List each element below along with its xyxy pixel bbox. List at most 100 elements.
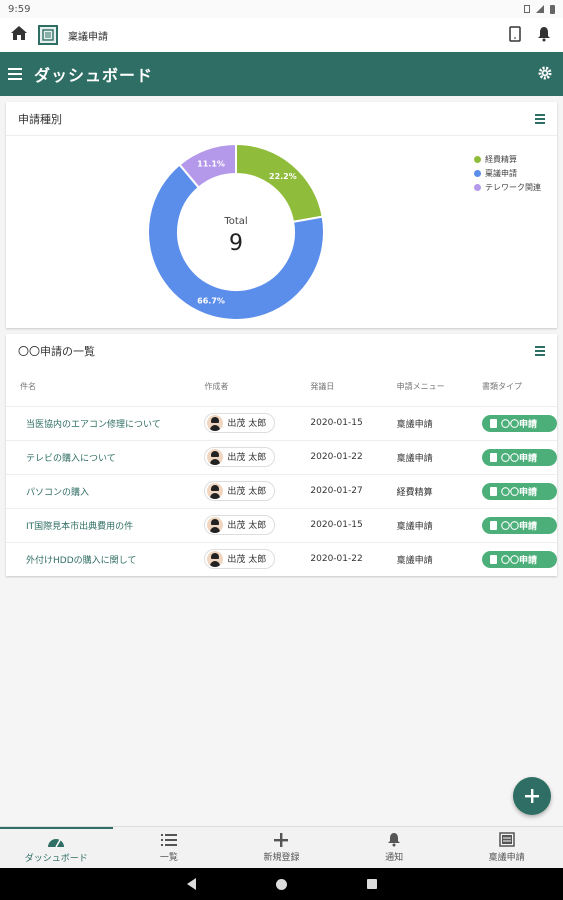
hamburger-menu-icon[interactable]	[8, 65, 22, 84]
bell-icon	[388, 833, 401, 847]
gear-icon[interactable]	[537, 65, 553, 85]
home-button-icon[interactable]	[275, 878, 287, 890]
status-time: 9:59	[8, 3, 31, 15]
tablet-icon[interactable]	[509, 26, 521, 46]
nav-item-list[interactable]: 一覧	[113, 827, 226, 868]
row-type: 〇〇申請	[467, 439, 557, 474]
row-subject[interactable]: 当医協内のエアコン修理について	[6, 405, 191, 440]
plus-icon	[525, 789, 539, 803]
legend-label: テレワーク関連	[485, 183, 541, 192]
document-type-label: 〇〇申請	[500, 487, 537, 498]
recent-apps-icon[interactable]	[366, 879, 377, 889]
nav-item-ringi[interactable]: 稟議申請	[450, 827, 563, 868]
donut-center-value: 9	[229, 231, 243, 256]
table-menu-icon[interactable]	[535, 346, 545, 356]
row-subject[interactable]: パソコンの購入	[6, 473, 191, 508]
legend-item[interactable]: 稟議申請	[474, 168, 541, 179]
avatar	[207, 516, 224, 533]
dashboard-icon	[48, 838, 65, 847]
list-icon	[160, 833, 177, 846]
author-name: 出茂 太郎	[227, 555, 267, 566]
nav-label-dashboard: ダッシュボード	[24, 853, 88, 864]
nav-item-dashboard[interactable]: ダッシュボード	[0, 827, 113, 868]
row-type: 〇〇申請	[467, 473, 557, 508]
author-chip[interactable]: 出茂 太郎	[204, 480, 276, 501]
row-date: 2020-01-22	[296, 541, 383, 576]
legend-swatch	[474, 184, 481, 191]
nav-label-list: 一覧	[159, 852, 178, 863]
document-type-label: 〇〇申請	[500, 419, 537, 430]
app-title: 稟議申請	[68, 31, 108, 43]
row-menu: 稟議申請	[382, 507, 468, 542]
app-document-icon[interactable]	[38, 25, 58, 45]
avatar	[207, 414, 224, 431]
legend-item[interactable]: 経費精算	[474, 154, 541, 165]
back-icon[interactable]	[186, 878, 196, 890]
document-icon	[489, 418, 497, 428]
row-author: 出茂 太郎	[190, 405, 297, 440]
home-icon[interactable]	[10, 25, 28, 45]
author-chip[interactable]: 出茂 太郎	[204, 412, 276, 433]
nav-label-notifications: 通知	[385, 853, 404, 863]
donut-svg: 22.2% 66.7% 11.1% Total 9	[147, 142, 325, 321]
add-fab-button[interactable]	[513, 777, 551, 815]
document-icon	[498, 832, 515, 847]
legend-label: 稟議申請	[485, 169, 517, 178]
donut-slice[interactable]	[235, 142, 324, 224]
row-author: 出茂 太郎	[190, 473, 297, 508]
system-navigation-bar	[0, 868, 563, 900]
bottom-navigation: ダッシュボード 一覧 新規登録 通知 稟議申請	[0, 826, 563, 868]
author-name: 出茂 太郎	[227, 487, 267, 497]
slice-data-label: 11.1%	[197, 159, 225, 168]
slice-data-label: 22.2%	[269, 172, 297, 181]
bell-icon[interactable]	[537, 26, 551, 46]
slice-data-label: 66.7%	[197, 297, 225, 306]
column-header-author[interactable]: 作成者	[190, 368, 296, 406]
row-type: 〇〇申請	[467, 405, 557, 440]
chart-menu-icon[interactable]	[535, 113, 545, 124]
legend-swatch	[474, 170, 481, 177]
column-header-menu[interactable]: 申請メニュー	[383, 368, 468, 406]
row-subject[interactable]: 外付けHDDの購入に関して	[6, 541, 191, 576]
author-name: 出茂 太郎	[227, 453, 267, 463]
row-subject[interactable]: IT国際見本市出典費用の件	[6, 507, 191, 542]
author-chip[interactable]: 出茂 太郎	[204, 446, 276, 467]
document-type-label: 〇〇申請	[500, 453, 537, 464]
nav-item-new[interactable]: 新規登録	[225, 827, 338, 868]
document-type-badge: 〇〇申請	[481, 550, 557, 568]
row-date: 2020-01-27	[296, 473, 383, 508]
column-header-date[interactable]: 発議日	[296, 368, 382, 406]
table-row[interactable]: テレビの購入について 出茂 太郎 2020-01-22 稟議申請 〇〇申請	[6, 439, 557, 474]
legend-item[interactable]: テレワーク関連	[474, 182, 541, 193]
row-type: 〇〇申請	[467, 507, 557, 542]
avatar	[207, 482, 224, 499]
row-menu: 稟議申請	[382, 405, 468, 440]
row-subject[interactable]: テレビの購入について	[6, 439, 191, 474]
donut-chart: 22.2% 66.7% 11.1% Total 9	[146, 142, 326, 322]
table-row[interactable]: パソコンの購入 出茂 太郎 2020-01-27 経費精算 〇〇申請	[6, 473, 557, 508]
author-name: 出茂 太郎	[227, 521, 267, 531]
status-icons	[524, 4, 555, 14]
signal-icon	[536, 5, 544, 13]
document-type-label: 〇〇申請	[500, 555, 537, 566]
document-icon	[489, 452, 497, 462]
table-body: 当医協内のエアコン修理について 出茂 太郎 2020-01-15 稟議申請 〇〇申請 テレ…	[6, 405, 557, 576]
table-card-header: 〇〇申請の一覧	[6, 334, 557, 368]
column-header-type[interactable]: 書類タイプ	[468, 368, 557, 406]
author-chip[interactable]: 出茂 太郎	[204, 514, 276, 535]
application-list-card: 〇〇申請の一覧 件名 作成者 発議日 申請メニュー 書類タイプ 当医協内のエアコ…	[6, 334, 557, 576]
table-row[interactable]: 外付けHDDの購入に関して 出茂 太郎 2020-01-22 稟議申請 〇〇申請	[6, 541, 557, 576]
row-author: 出茂 太郎	[190, 439, 297, 474]
table-row[interactable]: IT国際見本市出典費用の件 出茂 太郎 2020-01-15 稟議申請 〇〇申請	[6, 507, 557, 542]
column-header-subject[interactable]: 件名	[6, 368, 190, 406]
plus-icon	[274, 832, 289, 847]
legend-label: 経費精算	[485, 155, 517, 164]
top-bar: 稟議申請	[0, 18, 563, 52]
author-chip[interactable]: 出茂 太郎	[204, 548, 276, 569]
table-row[interactable]: 当医協内のエアコン修理について 出茂 太郎 2020-01-15 稟議申請 〇〇申請	[6, 405, 557, 440]
row-date: 2020-01-15	[296, 507, 383, 542]
nav-item-notifications[interactable]: 通知	[338, 827, 451, 868]
row-menu: 稟議申請	[382, 541, 468, 576]
document-type-badge: 〇〇申請	[481, 414, 557, 432]
row-type: 〇〇申請	[467, 541, 557, 576]
